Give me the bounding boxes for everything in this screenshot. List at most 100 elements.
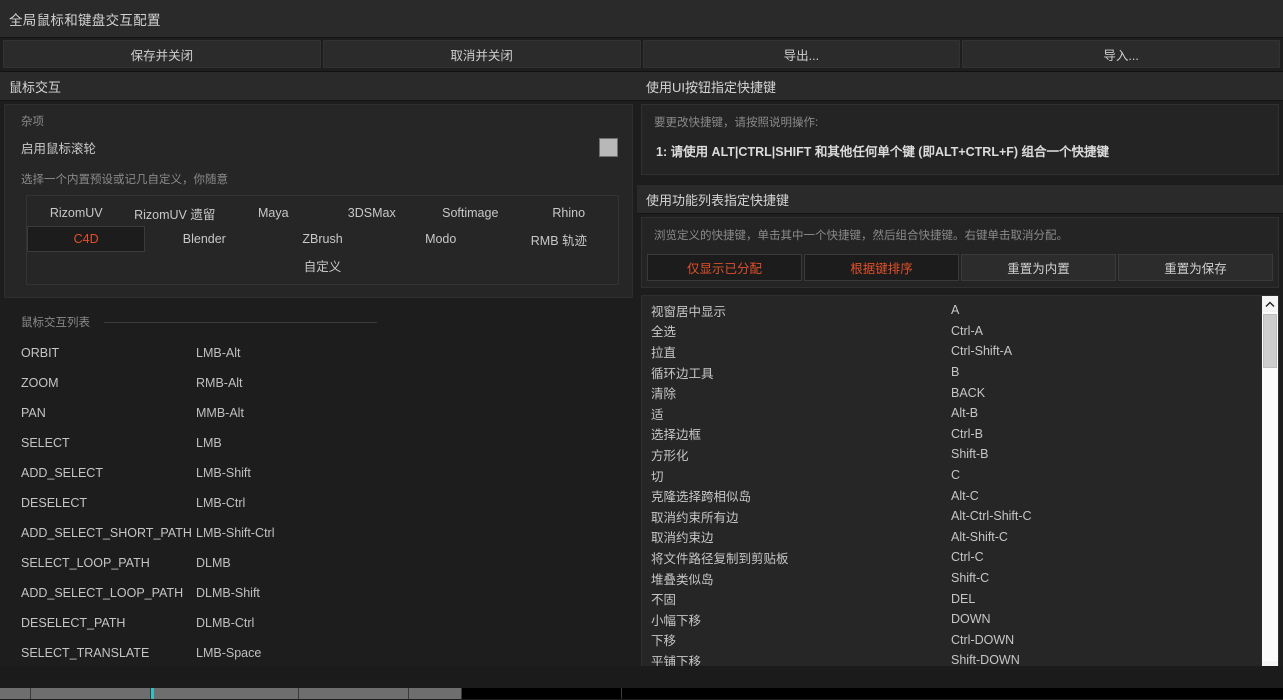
shortcut-list: 视窗居中显示 A 全选 Ctrl-A 拉直 Ctrl-Shift-A 循环边工具… [642, 296, 1278, 671]
list-item[interactable]: DESELECT LMB-Ctrl [0, 488, 637, 518]
preset-blender[interactable]: Blender [145, 226, 263, 252]
table-row[interactable]: 视窗居中显示 A [642, 300, 1278, 321]
interaction-binding: LMB-Ctrl [196, 496, 246, 510]
interaction-binding: LMB-Alt [196, 346, 241, 360]
preset-hint: 选择一个内置预设或记几自定义，你随意 [21, 174, 228, 186]
function-list-controls: 浏览定义的快捷键，单击其中一个快捷键，然后组合快捷键。右键单击取消分配。 仅显示… [641, 217, 1279, 288]
interaction-name: SELECT_TRANSLATE [21, 646, 150, 660]
filter-show-assigned-only-button[interactable]: 仅显示已分配 [647, 254, 802, 281]
table-row[interactable]: 不固 DEL [642, 588, 1278, 609]
table-row[interactable]: 适 Alt-B [642, 403, 1278, 424]
table-row[interactable]: 循环边工具 B [642, 362, 1278, 383]
shortcut-command: 选择边框 [651, 428, 702, 443]
mouse-interaction-panel: 鼠标交互 杂项 启用鼠标滚轮 选择一个内置预设或记几自定义，你随意 RizomU… [0, 72, 637, 700]
table-row[interactable]: 拉直 Ctrl-Shift-A [642, 341, 1278, 362]
table-row[interactable]: 堆叠类似岛 Shift-C [642, 568, 1278, 589]
reset-to-builtin-button[interactable]: 重置为内置 [961, 254, 1116, 281]
preset-rhino[interactable]: Rhino [520, 200, 619, 226]
cancel-and-close-button[interactable]: 取消并关闭 [322, 40, 641, 68]
table-row[interactable]: 方形化 Shift-B [642, 444, 1278, 465]
taskbar-item[interactable] [298, 688, 410, 699]
taskbar-item[interactable] [409, 688, 462, 699]
shortcut-command: 小幅下移 [651, 613, 702, 628]
interaction-binding: LMB-Shift-Ctrl [196, 526, 275, 540]
shortcut-key: Ctrl-DOWN [951, 632, 1015, 647]
shortcut-key: Ctrl-Shift-A [951, 344, 1013, 359]
list-item[interactable]: ZOOM RMB-Alt [0, 368, 637, 398]
list-item[interactable]: ADD_SELECT LMB-Shift [0, 458, 637, 488]
preset-softimage[interactable]: Softimage [421, 200, 520, 226]
table-row[interactable]: 将文件路径复制到剪贴板 Ctrl-C [642, 547, 1278, 568]
preset-custom[interactable]: 自定义 [224, 252, 421, 278]
interaction-binding: LMB [196, 436, 222, 450]
shortcut-key: Alt-B [951, 406, 979, 421]
shortcut-key: Alt-Shift-C [951, 529, 1008, 544]
shortcut-command: 下移 [651, 634, 677, 649]
preset-3dsmax[interactable]: 3DSMax [323, 200, 422, 226]
reset-to-saved-button[interactable]: 重置为保存 [1118, 254, 1273, 281]
taskbar-item[interactable] [0, 688, 31, 699]
enable-mouse-wheel-row[interactable]: 启用鼠标滚轮 [5, 132, 632, 163]
table-row[interactable]: 选择边框 Ctrl-B [642, 424, 1278, 445]
window-titlebar: 全局鼠标和键盘交互配置 [0, 0, 1283, 38]
interaction-name: ORBIT [21, 346, 60, 360]
table-row[interactable]: 全选 Ctrl-A [642, 321, 1278, 342]
list-item[interactable]: ORBIT LMB-Alt [0, 338, 637, 368]
shortcut-key: BACK [951, 385, 986, 400]
shortcut-key: Alt-Ctrl-Shift-C [951, 509, 1032, 524]
preset-row-3: 自定义 [27, 252, 618, 278]
preset-rmb-orbit[interactable]: RMB 轨迹 [500, 226, 618, 252]
table-row[interactable]: 取消约束边 Alt-Shift-C [642, 527, 1278, 548]
preset-modo[interactable]: Modo [382, 226, 500, 252]
shortcut-list-scrollbar[interactable] [1261, 296, 1278, 677]
preset-grid: RizomUV RizomUV 遗留 Maya 3DSMax Softimage… [26, 195, 619, 285]
instruction-box: 要更改快捷键，请按照说明操作: 1: 请使用 ALT|CTRL|SHIFT 和其… [641, 104, 1279, 175]
shortcut-key: B [951, 365, 960, 380]
list-item[interactable]: SELECT_LOOP_PATH DLMB [0, 548, 637, 578]
table-row[interactable]: 切 C [642, 465, 1278, 486]
interaction-binding: DLMB-Shift [196, 586, 260, 600]
interaction-binding: DLMB [196, 556, 231, 570]
preset-maya[interactable]: Maya [224, 200, 323, 226]
shortcut-key: Alt-C [951, 488, 979, 503]
list-item[interactable]: SELECT_TRANSLATE LMB-Space [0, 638, 637, 668]
shortcut-command: 全选 [651, 325, 677, 340]
taskbar-item[interactable] [153, 688, 299, 699]
interaction-name: DESELECT [21, 496, 87, 510]
preset-c4d[interactable]: C4D [27, 226, 146, 252]
enable-mouse-wheel-checkbox[interactable] [599, 138, 618, 157]
import-button[interactable]: 导入... [962, 40, 1280, 68]
interaction-name: DESELECT_PATH [21, 616, 126, 630]
ui-button-panel-title: 使用UI按钮指定快捷键 [637, 72, 1283, 101]
misc-group-title: 杂项 [21, 116, 44, 128]
save-and-close-button[interactable]: 保存并关闭 [3, 40, 321, 68]
list-item[interactable]: PAN MMB-Alt [0, 398, 637, 428]
mouse-interaction-list-header: 鼠标交互列表 [0, 314, 637, 330]
list-item[interactable]: SELECT LMB [0, 428, 637, 458]
preset-rizomuv[interactable]: RizomUV [27, 200, 126, 226]
preset-zbrush[interactable]: ZBrush [263, 226, 381, 252]
interaction-name: ADD_SELECT_SHORT_PATH [21, 526, 192, 540]
shortcut-key: C [951, 468, 961, 483]
main-body: 鼠标交互 杂项 启用鼠标滚轮 选择一个内置预设或记几自定义，你随意 RizomU… [0, 72, 1283, 700]
shortcut-command: 拉直 [651, 345, 677, 360]
shortcut-editor-window: 全局鼠标和键盘交互配置 保存并关闭 取消并关闭 导出... 导入... 鼠标交互… [0, 0, 1283, 700]
scroll-up-icon[interactable] [1262, 296, 1278, 312]
table-row[interactable]: 克隆选择跨相似岛 Alt-C [642, 485, 1278, 506]
table-row[interactable]: 清除 BACK [642, 382, 1278, 403]
interaction-name: ZOOM [21, 376, 59, 390]
list-item[interactable]: ADD_SELECT_SHORT_PATH LMB-Shift-Ctrl [0, 518, 637, 548]
filter-sort-by-key-button[interactable]: 根据键排序 [804, 254, 959, 281]
shortcut-list-container: 视窗居中显示 A 全选 Ctrl-A 拉直 Ctrl-Shift-A 循环边工具… [641, 295, 1279, 678]
taskbar-item[interactable] [30, 688, 151, 699]
preset-rizomuv-legacy[interactable]: RizomUV 遗留 [126, 200, 225, 226]
table-row[interactable]: 下移 Ctrl-DOWN [642, 630, 1278, 651]
taskbar-item-active[interactable] [461, 688, 622, 699]
scrollbar-thumb[interactable] [1263, 314, 1277, 368]
table-row[interactable]: 小幅下移 DOWN [642, 609, 1278, 630]
export-button[interactable]: 导出... [642, 40, 961, 68]
shortcut-command: 视窗居中显示 [651, 304, 727, 319]
table-row[interactable]: 取消约束所有边 Alt-Ctrl-Shift-C [642, 506, 1278, 527]
list-item[interactable]: ADD_SELECT_LOOP_PATH DLMB-Shift [0, 578, 637, 608]
list-item[interactable]: DESELECT_PATH DLMB-Ctrl [0, 608, 637, 638]
